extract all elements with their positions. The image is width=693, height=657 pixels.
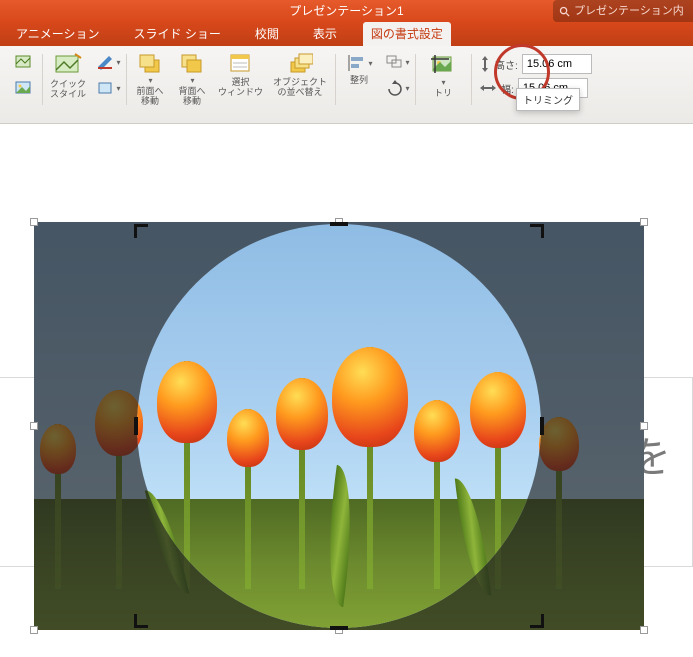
bring-forward-label: 前面へ 移動: [137, 87, 164, 107]
quick-style-button[interactable]: クイック スタイル: [46, 50, 90, 102]
group-arrange: ▾ 前面へ 移動 ▾ 背面へ 移動 選択 ウィンドウ オブジェクト の並べ替え: [126, 50, 335, 123]
crop-handle[interactable]: [134, 614, 148, 628]
group-styles: クイック スタイル ▾ ▾: [42, 50, 126, 123]
send-backward-label: 背面へ 移動: [179, 87, 206, 107]
align-button[interactable]: ▾ 整列: [339, 50, 379, 88]
crop-handle[interactable]: [330, 222, 348, 226]
tab-slideshow[interactable]: スライド ショー: [126, 22, 229, 46]
reorder-icon: [287, 52, 313, 76]
tab-picture-format[interactable]: 図の書式設定: [363, 22, 451, 46]
crop-handle[interactable]: [330, 626, 348, 630]
ribbon: クイック スタイル ▾ ▾ ▾ 前面へ 移動 ▾ 背面へ 移動: [0, 46, 693, 124]
group-objects-button[interactable]: ▾: [383, 50, 411, 74]
search-placeholder: プレゼンテーション内: [574, 0, 684, 22]
align-label: 整列: [350, 76, 368, 86]
send-backward-button[interactable]: ▾ 背面へ 移動: [172, 50, 212, 109]
rotate-button[interactable]: ▾: [383, 76, 411, 100]
remove-background-button[interactable]: [10, 50, 38, 74]
quick-style-icon: [53, 52, 83, 78]
send-backward-icon: [179, 52, 205, 76]
tab-animation[interactable]: アニメーション: [8, 22, 108, 46]
selection-handle[interactable]: [640, 218, 648, 226]
bring-forward-button[interactable]: ▾ 前面へ 移動: [130, 50, 170, 109]
selection-handle[interactable]: [640, 626, 648, 634]
crop-icon: [428, 52, 458, 78]
window-title: プレゼンテーション1: [289, 4, 403, 18]
height-icon: [479, 55, 491, 73]
reorder-button[interactable]: オブジェクト の並べ替え: [269, 50, 331, 100]
reorder-label: オブジェクト の並べ替え: [273, 78, 327, 98]
crop-label: トリ: [434, 89, 452, 99]
tab-review[interactable]: 校閲: [247, 22, 287, 46]
group-adjust: [6, 50, 42, 123]
quick-style-label: クイック スタイル: [50, 80, 86, 100]
selection-handle[interactable]: [30, 218, 38, 226]
ribbon-tabs: アニメーション スライド ショー 校閲 表示 図の書式設定: [0, 22, 693, 46]
crop-handle[interactable]: [540, 417, 544, 435]
height-label: 高さ:: [495, 57, 518, 72]
rotate-icon: [385, 80, 405, 96]
selection-pane-button[interactable]: 選択 ウィンドウ: [214, 50, 267, 100]
picture-object[interactable]: [34, 222, 644, 630]
title-bar: プレゼンテーション1 プレゼンテーション内: [0, 0, 693, 22]
pen-icon: [96, 54, 116, 70]
crop-handle[interactable]: [134, 224, 148, 238]
corrections-button[interactable]: [10, 76, 38, 100]
crop-tooltip: トリミング: [516, 88, 580, 111]
selection-handle[interactable]: [30, 626, 38, 634]
height-input[interactable]: [522, 54, 592, 74]
tab-view[interactable]: 表示: [305, 22, 345, 46]
selection-handle[interactable]: [640, 422, 648, 430]
selection-pane-icon: [228, 52, 254, 76]
crop-button[interactable]: ▾ トリ: [419, 50, 467, 101]
crop-handle[interactable]: [530, 614, 544, 628]
remove-background-icon: [14, 53, 34, 71]
width-icon: [479, 82, 497, 94]
picture-effects-button[interactable]: ▾: [94, 76, 122, 100]
width-label: 幅:: [501, 81, 514, 96]
search-icon: [559, 6, 570, 17]
group-size: 高さ: 幅:: [471, 50, 596, 123]
group-align: ▾ 整列 ▾ ▾: [335, 50, 415, 123]
group-crop: ▾ トリ: [415, 50, 471, 123]
selection-pane-label: 選択 ウィンドウ: [218, 78, 263, 98]
align-icon: [346, 52, 368, 74]
picture-icon: [14, 79, 34, 97]
crop-handle[interactable]: [530, 224, 544, 238]
search-box[interactable]: プレゼンテーション内: [553, 0, 693, 22]
group-icon: [385, 54, 405, 70]
crop-oval-region: [137, 224, 541, 628]
crop-handle[interactable]: [134, 417, 138, 435]
bring-forward-icon: [137, 52, 163, 76]
picture-border-button[interactable]: ▾: [94, 50, 122, 74]
selection-handle[interactable]: [30, 422, 38, 430]
effects-icon: [96, 80, 116, 96]
